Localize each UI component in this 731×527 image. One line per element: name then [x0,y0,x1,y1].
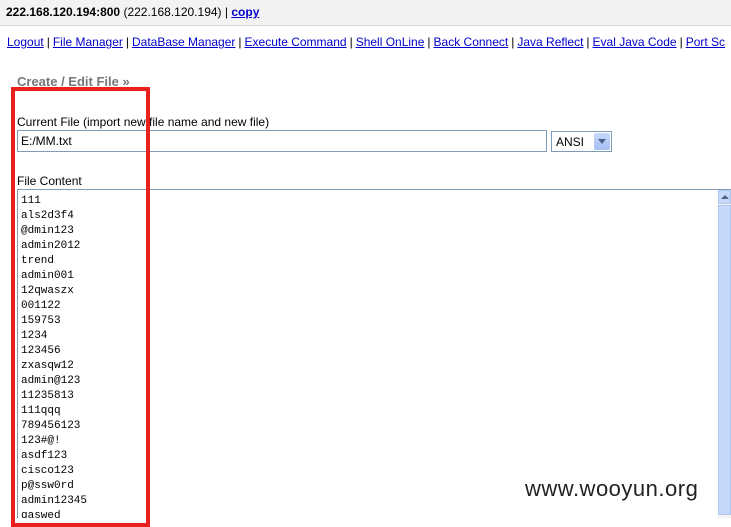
current-file-label: Current File (import new file name and n… [17,115,270,129]
nav-separator: | [349,35,353,49]
content-line: 123#@! [21,435,61,447]
nav-separator: | [586,35,590,49]
nav-file-manager[interactable]: File Manager [53,35,123,49]
content-line: cisco123 [21,465,74,477]
main-nav: Logout | File Manager | DataBase Manager | Exe… [7,35,725,49]
content-line: 123456 [21,345,61,357]
encoding-select[interactable]: ANSI [551,131,612,152]
nav-separator: | [125,35,129,49]
content-line: admin2012 [21,240,81,252]
address-bar: 222.168.120.194:800 (222.168.120.194) | … [0,0,731,26]
file-content-lines: 111 als2d3f4 @dmin123 admin2012 trend admin00… [21,194,87,518]
file-content-textarea[interactable]: 111 als2d3f4 @dmin123 admin2012 trend admin00… [17,189,731,518]
content-line: 111 [21,195,41,207]
textarea-scrollbar[interactable] [718,190,731,518]
watermark: www.wooyun.org [525,476,699,501]
nav-separator: | [427,35,431,49]
content-line: admin001 [21,270,74,282]
copy-link[interactable]: copy [231,5,259,19]
content-line: als2d3f4 [21,210,74,222]
nav-separator: | [238,35,242,49]
nav-separator: | [46,35,50,49]
content-line: trend [21,255,55,267]
nav-eval-java-code[interactable]: Eval Java Code [593,35,677,49]
nav-java-reflect[interactable]: Java Reflect [517,35,583,49]
content-line: zxasqw12 [21,360,74,372]
content-line: asdf123 [21,450,68,462]
nav-logout[interactable]: Logout [7,35,44,49]
content-line: admin@123 [21,375,81,387]
nav-back-connect[interactable]: Back Connect [434,35,509,49]
current-file-input[interactable] [17,130,547,152]
content-line: 001122 [21,300,61,312]
nav-port-scan[interactable]: Port Sc [686,35,725,49]
nav-separator: | [511,35,515,49]
chevron-down-icon[interactable] [594,133,610,150]
nav-execute-command[interactable]: Execute Command [245,35,347,49]
content-line: 159753 [21,315,61,327]
content-line: 111qqq [21,405,61,417]
content-line: 12qwaszx [21,285,74,297]
header-separator: | [224,5,229,19]
content-line: 11235813 [21,390,74,402]
file-content-label: File Content [17,174,82,188]
encoding-value: ANSI [556,135,585,149]
nav-shell-online[interactable]: Shell OnLine [356,35,425,49]
nav-database-manager[interactable]: DataBase Manager [132,35,235,49]
nav-separator: | [679,35,683,49]
content-line: 789456123 [21,420,81,432]
host-ip: (222.168.120.194) [123,5,222,19]
section-title: Create / Edit File » [17,74,130,89]
scroll-up-icon[interactable] [718,190,731,204]
content-line: qaswed [21,510,61,518]
content-line: p@ssw0rd [21,480,74,492]
content-line: @dmin123 [21,225,74,237]
content-line: 1234 [21,330,48,342]
host-address: 222.168.120.194:800 [6,5,121,19]
content-line: admin12345 [21,495,88,507]
scroll-thumb[interactable] [718,205,731,515]
